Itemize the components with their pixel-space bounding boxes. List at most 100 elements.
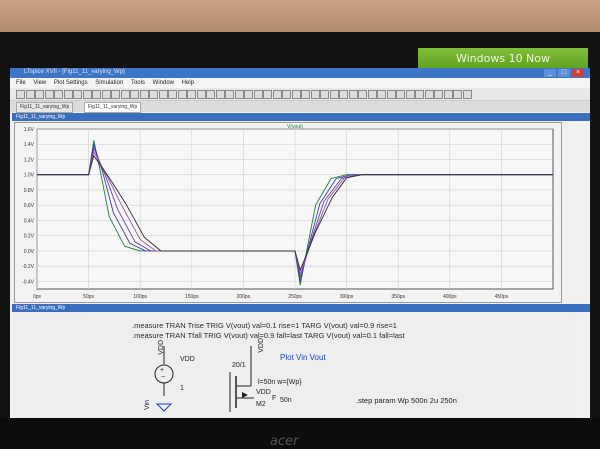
toolbar-button[interactable] [377, 90, 386, 99]
menu-help[interactable]: Help [182, 78, 194, 88]
toolbar-button[interactable] [405, 90, 415, 99]
y-tick-label: 0.0V [24, 249, 35, 255]
plot-window-title: Fig11_11_varying_Wp [12, 113, 590, 121]
toolbar-button[interactable] [120, 90, 130, 99]
toolbar-button[interactable] [329, 90, 339, 99]
y-tick-label: 0.8V [24, 188, 35, 194]
toolbar-button[interactable] [215, 90, 225, 99]
toolbar [10, 88, 590, 101]
toolbar-button[interactable] [82, 90, 92, 99]
toolbar-button[interactable] [101, 90, 111, 99]
toolbar-button[interactable] [225, 90, 234, 99]
toolbar-button[interactable] [16, 90, 25, 99]
maximize-button[interactable]: □ [558, 69, 570, 77]
waveform-chart: 1.6V 1.4V 1.2V 1.0V 0.8V 0.6V 0.4V 0.2V 0.0V -0.2… [22, 124, 554, 300]
toolbar-button[interactable] [168, 90, 177, 99]
y-tick-label: 1.2V [24, 157, 35, 163]
toolbar-button[interactable] [73, 90, 82, 99]
menu-view[interactable]: View [33, 78, 46, 88]
toolbar-button[interactable] [367, 90, 377, 99]
menu-tools[interactable]: Tools [131, 78, 145, 88]
toolbar-button[interactable] [206, 90, 215, 99]
y-tick-label: 0.2V [24, 234, 35, 240]
acer-logo: acer [270, 434, 299, 449]
svg-text:−: − [161, 374, 165, 381]
toolbar-button[interactable] [177, 90, 187, 99]
f-value: 50n [280, 397, 292, 404]
toolbar-button[interactable] [301, 90, 310, 99]
toolbar-button[interactable] [158, 90, 168, 99]
menu-file[interactable]: File [16, 78, 26, 88]
tab-waveform[interactable]: Fig11_11_varying_Wp [84, 102, 142, 113]
tab-schematic[interactable]: Fig11_11_varying_Wp [16, 102, 74, 113]
schematic-area[interactable]: .measure TRAN Trise TRIG V(vout) val=0.1… [14, 312, 574, 418]
windows-sticker: Windows 10 Now [418, 48, 588, 70]
toolbar-button[interactable] [253, 90, 263, 99]
toolbar-button[interactable] [244, 90, 253, 99]
step-directive: .step param Wp 500n 2u 250n [356, 396, 457, 405]
mos-params: l=50n w={Wp} [258, 379, 302, 386]
toolbar-button[interactable] [434, 90, 443, 99]
waveform-plot[interactable]: 1.6V 1.4V 1.2V 1.0V 0.8V 0.6V 0.4V 0.2V 0.0V -0.2… [14, 122, 562, 303]
toolbar-button[interactable] [443, 90, 453, 99]
vdd-pin-label: VDD [256, 389, 271, 396]
toolbar-button[interactable] [263, 90, 272, 99]
svg-text:+: + [160, 367, 164, 374]
schematic-drawing: + − [154, 346, 254, 412]
vdd-source-value: 1 [180, 385, 184, 392]
toolbar-button[interactable] [291, 90, 301, 99]
x-tick-label: 350ps [391, 294, 405, 300]
y-tick-label: -0.2V [22, 264, 35, 270]
toolbar-button[interactable] [358, 90, 367, 99]
transistor-label: M2 [256, 401, 266, 408]
x-tick-label: 300ps [340, 294, 354, 300]
toolbar-button[interactable] [348, 90, 358, 99]
toolbar-button[interactable] [282, 90, 291, 99]
toolbar-button[interactable] [130, 90, 139, 99]
x-tick-label: 400ps [443, 294, 457, 300]
toolbar-button[interactable] [63, 90, 73, 99]
menu-simulation[interactable]: Simulation [95, 78, 123, 88]
toolbar-button[interactable] [139, 90, 149, 99]
close-button[interactable]: × [572, 69, 584, 77]
toolbar-button[interactable] [54, 90, 63, 99]
toolbar-button[interactable] [234, 90, 244, 99]
toolbar-button[interactable] [44, 90, 54, 99]
chart-title: V(vout) [287, 124, 303, 130]
x-tick-label: 100ps [133, 294, 147, 300]
x-tick-label: 0ps [33, 294, 42, 300]
toolbar-button[interactable] [111, 90, 120, 99]
menu-bar: File View Plot Settings Simulation Tools… [10, 78, 590, 88]
y-tick-label: 1.6V [24, 127, 35, 133]
vdd-node-label: VDD [158, 340, 165, 355]
toolbar-button[interactable] [386, 90, 396, 99]
toolbar-button[interactable] [149, 90, 158, 99]
vdd-source-name: VDD [180, 356, 195, 363]
ratio-label: 20/1 [232, 362, 246, 369]
toolbar-button[interactable] [35, 90, 44, 99]
toolbar-button[interactable] [92, 90, 101, 99]
toolbar-button[interactable] [339, 90, 348, 99]
toolbar-button[interactable] [462, 90, 472, 99]
toolbar-button[interactable] [310, 90, 320, 99]
toolbar-button[interactable] [25, 90, 35, 99]
toolbar-button[interactable] [453, 90, 462, 99]
vin-label: Vin [144, 400, 151, 410]
toolbar-button[interactable] [415, 90, 424, 99]
toolbar-button[interactable] [272, 90, 282, 99]
y-tick-label: 1.0V [24, 173, 35, 179]
window-title: LTspice XVII - [Fig11_11_varying_Wp] [24, 69, 125, 75]
menu-plot-settings[interactable]: Plot Settings [54, 78, 88, 88]
toolbar-button[interactable] [187, 90, 196, 99]
f-label: F [272, 395, 277, 402]
toolbar-button[interactable] [196, 90, 206, 99]
minimize-button[interactable]: _ [544, 69, 556, 77]
y-tick-label: -0.4V [22, 279, 35, 285]
toolbar-button[interactable] [424, 90, 434, 99]
menu-window[interactable]: Window [153, 78, 174, 88]
toolbar-button[interactable] [396, 90, 405, 99]
app-titlebar: LTspice XVII - [Fig11_11_varying_Wp] _ □… [10, 68, 590, 78]
plot-directive: Plot Vin Vout [280, 353, 326, 362]
toolbar-button[interactable] [320, 90, 329, 99]
y-tick-label: 0.4V [24, 218, 35, 224]
